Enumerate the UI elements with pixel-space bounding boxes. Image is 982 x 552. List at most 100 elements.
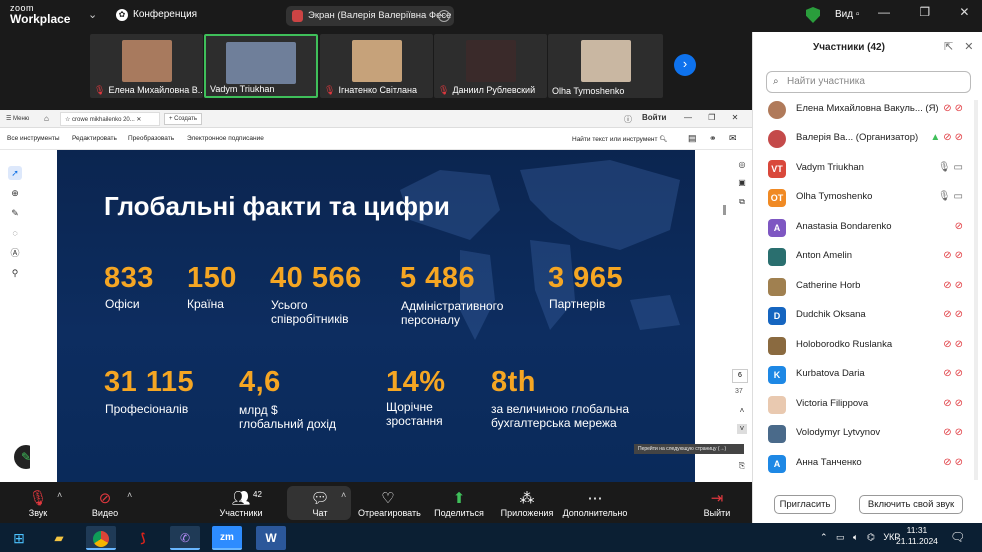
convert-menu[interactable]: Преобразовать: [128, 135, 174, 142]
document-tab[interactable]: ☆ crowe mikhailenko 20... ✕: [60, 112, 160, 126]
video-tile[interactable]: 🎙 Елена Михайловна В...: [90, 34, 203, 98]
file-explorer-icon[interactable]: ▰: [44, 526, 74, 550]
video-tile-active-speaker[interactable]: Vadym Triukhan: [204, 34, 318, 98]
avatar: K: [768, 366, 786, 384]
menu-tab[interactable]: ☰ Меню: [6, 115, 29, 122]
apps-button[interactable]: ⁂ Приложения: [500, 490, 554, 518]
muted-mic-icon: ⊘⊘: [943, 368, 966, 379]
lasso-tool-icon[interactable]: ◌: [8, 226, 22, 240]
pdf-tab-bar: ☰ Меню ⌂ ☆ crowe mikhailenko 20... ✕ + С…: [0, 110, 752, 128]
muted-mic-icon: ⊘: [954, 221, 966, 232]
video-options-caret[interactable]: ˄: [127, 490, 132, 500]
conference-menu[interactable]: ✿ Конференция: [116, 9, 197, 21]
scrollbar-thumb[interactable]: [723, 205, 726, 215]
stat-value: 3 965: [548, 262, 624, 294]
screen-share-label: Экран (Валерія Валеріївна Фесе: [308, 10, 452, 21]
help-icon[interactable]: ⓘ: [624, 114, 632, 125]
participant-row[interactable]: Валерія Ва... (Организатор) ▲⊘⊘: [768, 128, 968, 148]
acrobat-icon[interactable]: ⟆: [128, 526, 158, 550]
leave-button[interactable]: ⇥ Выйти: [702, 490, 732, 518]
chrome-icon[interactable]: [86, 526, 116, 550]
participant-row[interactable]: A Анна Танченко ⊘⊘: [768, 453, 968, 473]
stat-label: Країна: [187, 297, 224, 311]
clock[interactable]: 11:31 21.11.2024: [896, 525, 938, 547]
participant-name: Catherine Horb: [796, 280, 861, 291]
next-thumbnails-button[interactable]: ›: [674, 54, 696, 76]
chat-icon: 💬︎: [310, 490, 330, 507]
panel-header-controls[interactable]: ⇱ ✕: [944, 40, 974, 53]
participant-row[interactable]: OT Olha Tymoshenko 🎙▭: [768, 187, 968, 207]
participant-row[interactable]: D Dudchik Oksana ⊘⊘: [768, 305, 968, 325]
copy-icon[interactable]: ⧉: [737, 197, 747, 207]
participant-row[interactable]: Victoria Filippova ⊘⊘: [768, 394, 968, 414]
muted-mic-icon: ⊘⊘: [943, 280, 966, 291]
screen-share-indicator[interactable]: Экран (Валерія Валеріївна Фесе ···: [286, 6, 454, 26]
fit-page-icon[interactable]: ⎘: [737, 461, 747, 471]
edit-menu[interactable]: Редактировать: [72, 135, 117, 142]
start-button-icon[interactable]: ⊞: [4, 526, 34, 550]
zoom-taskbar-icon[interactable]: zm: [212, 526, 242, 550]
stamp-tool-icon[interactable]: ⚲: [8, 266, 22, 280]
video-tile[interactable]: 🎙 Ігнатенко Світлана: [320, 34, 433, 98]
zoom-icon[interactable]: ◎: [737, 160, 747, 170]
all-tools-menu[interactable]: Все инструменты: [7, 135, 60, 142]
avatar: [768, 248, 786, 266]
pen-tool-icon[interactable]: ✎: [8, 206, 22, 220]
participant-row[interactable]: Anton Amelin ⊘⊘: [768, 246, 968, 266]
participant-row[interactable]: VT Vadym Triukhan 🎙▭: [768, 158, 968, 178]
muted-mic-icon: ⊘⊘: [943, 103, 966, 114]
react-button[interactable]: ♡ Отреагировать: [358, 490, 421, 518]
audio-button[interactable]: 🎙 Звук: [26, 490, 50, 518]
comment-tool-icon[interactable]: ⊕: [8, 186, 22, 200]
previous-page-icon[interactable]: ˄: [737, 406, 747, 416]
participant-video: [351, 40, 402, 82]
participants-count: 42: [253, 490, 262, 499]
signin-button[interactable]: Войти: [642, 113, 666, 122]
video-button[interactable]: ⊘ Видео: [90, 490, 120, 518]
audio-options-caret[interactable]: ˄: [57, 490, 62, 500]
select-tool-icon[interactable]: ➚: [8, 166, 22, 180]
viber-icon[interactable]: ✆: [170, 526, 200, 550]
notifications-icon[interactable]: 🗨︎: [950, 530, 965, 544]
participant-row[interactable]: Volodymyr Lytvynov ⊘⊘: [768, 423, 968, 443]
participant-search-input[interactable]: ⌕ Найти участника: [766, 71, 971, 93]
window-controls[interactable]: — ❐ ✕: [878, 5, 969, 19]
conference-label: Конференция: [133, 9, 198, 20]
home-icon[interactable]: ⌂: [44, 114, 49, 123]
page-total: 37: [735, 388, 743, 395]
next-page-icon[interactable]: ˅: [737, 424, 747, 434]
esign-menu[interactable]: Электронное подписание: [187, 135, 264, 142]
encryption-shield-icon[interactable]: [806, 7, 820, 23]
avatar: [768, 396, 786, 414]
participant-name: Dudchik Oksana: [796, 309, 866, 320]
word-icon[interactable]: W: [256, 526, 286, 550]
pdf-window-controls[interactable]: — ❐ ✕: [684, 113, 738, 122]
panel-scrollbar[interactable]: [974, 100, 978, 480]
tool-search[interactable]: Найти текст или инструмент 🔍︎: [572, 135, 668, 143]
new-tab-button[interactable]: + Создать: [164, 113, 202, 125]
bookmark-icon[interactable]: ▣: [737, 178, 747, 188]
chevron-down-icon[interactable]: ⌄: [88, 8, 97, 21]
view-button[interactable]: Вид ▫: [835, 9, 859, 20]
more-button[interactable]: ⋯ Дополнительно: [560, 490, 630, 518]
share-button[interactable]: ⬆ Поделиться: [432, 490, 486, 518]
participant-row[interactable]: Catherine Horb ⊘⊘: [768, 276, 968, 296]
more-icon[interactable]: ···: [438, 10, 450, 22]
text-tool-icon[interactable]: Ⓐ: [8, 246, 22, 260]
invite-button[interactable]: Пригласить: [774, 495, 836, 514]
participant-row[interactable]: K Kurbatova Daria ⊘⊘: [768, 364, 968, 384]
participant-row[interactable]: Елена Михайловна Вакуль... (Я) ⊘⊘: [768, 99, 968, 119]
chat-options-caret[interactable]: ˄: [341, 490, 346, 500]
annotation-toolbar: ➚ ⊕ ✎ ◌ Ⓐ ⚲: [0, 150, 30, 482]
unmute-self-button[interactable]: Включить свой звук: [859, 495, 963, 514]
slide-title: Глобальні факти та цифри: [104, 191, 450, 221]
system-tray[interactable]: ⌃ ▭ 🔈︎ ⌬ УКР: [820, 532, 900, 543]
muted-mic-icon: 🎙: [324, 85, 336, 95]
participant-row[interactable]: A Anastasia Bondarenko ⊘: [768, 217, 968, 237]
pdf-actions[interactable]: ▤ ⚭ ✉: [688, 133, 737, 144]
chat-button[interactable]: 💬︎ Чат: [305, 490, 335, 518]
participant-row[interactable]: Holoborodko Ruslanka ⊘⊘: [768, 335, 968, 355]
video-tile[interactable]: Olha Tymoshenko: [548, 34, 663, 98]
page-number-input[interactable]: 6: [732, 369, 748, 383]
video-tile[interactable]: 🎙 Даниил Рублевский: [434, 34, 547, 98]
